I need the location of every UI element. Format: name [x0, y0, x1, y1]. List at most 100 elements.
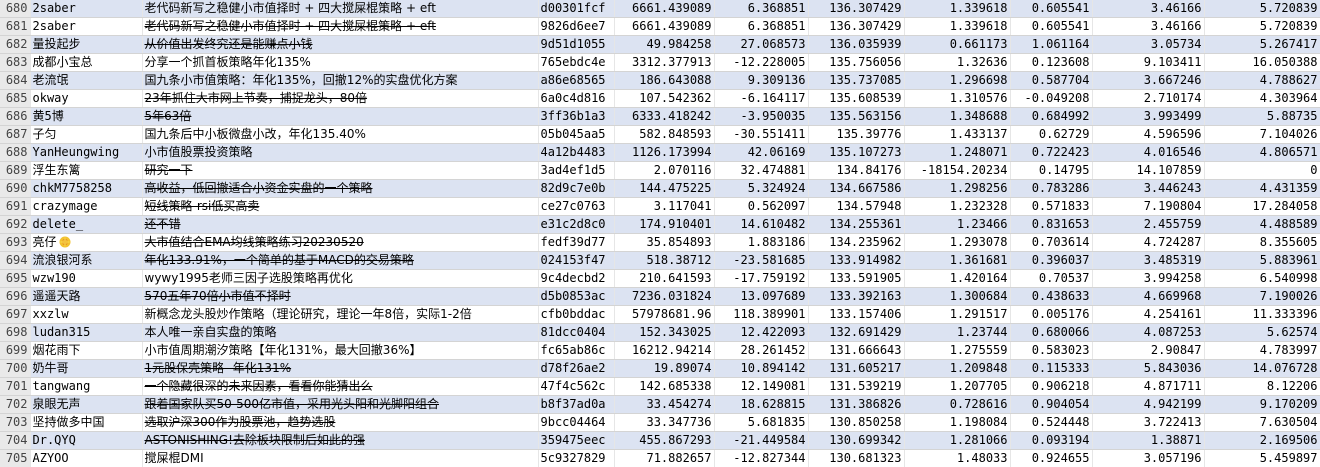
- strategy-cell[interactable]: 新概念龙头股炒作策略（理论研究，理论一年8倍，实际1-2倍: [142, 305, 539, 324]
- strategy-cell[interactable]: 短线策略-rsi低买高卖: [142, 197, 539, 216]
- value-cell[interactable]: 71.882657: [614, 449, 715, 467]
- row-number[interactable]: 681: [0, 17, 31, 36]
- table-row[interactable]: 705 AZYOO 搅屎棍DMI 5c9327829 71.882657 -12.8273…: [0, 449, 1320, 467]
- value-cell[interactable]: 4.942199: [1092, 395, 1205, 414]
- value-cell[interactable]: 1.232328: [904, 197, 1011, 216]
- value-cell[interactable]: 49.984258: [614, 35, 715, 54]
- value-cell[interactable]: 1.348688: [904, 107, 1011, 126]
- strategy-cell[interactable]: 老代码新写之稳健小市值择时 + 四大搅屎棍策略 + eft: [142, 0, 539, 18]
- id-cell[interactable]: 47f4c562c: [538, 377, 615, 396]
- id-cell[interactable]: 024153f47: [538, 251, 615, 270]
- author-cell[interactable]: YanHeungwing: [30, 143, 143, 162]
- author-cell[interactable]: 亮仔: [30, 233, 143, 252]
- table-row[interactable]: 704 Dr.QYQ ASTONISHING!去除板块限制后如此的强 359475ee…: [0, 431, 1320, 450]
- strategy-cell[interactable]: 老代码新写之稳健小市值择时 + 四大搅屎棍策略 + eft: [142, 17, 539, 36]
- value-cell[interactable]: 3312.377913: [614, 53, 715, 72]
- value-cell[interactable]: 10.894142: [714, 359, 809, 378]
- row-number[interactable]: 701: [0, 377, 31, 396]
- strategy-cell[interactable]: 跟着国家队买50-500亿市值，采用光头阳和光脚阳组合: [142, 395, 539, 414]
- value-cell[interactable]: 0.904054: [1010, 395, 1093, 414]
- table-row[interactable]: 680 2saber 老代码新写之稳健小市值择时 + 四大搅屎棍策略 + eft d0…: [0, 0, 1320, 18]
- value-cell[interactable]: 1.248071: [904, 143, 1011, 162]
- value-cell[interactable]: 0.571833: [1010, 197, 1093, 216]
- value-cell[interactable]: 11.333396: [1204, 305, 1320, 324]
- author-cell[interactable]: 黄5博: [30, 107, 143, 126]
- value-cell[interactable]: 35.854893: [614, 233, 715, 252]
- value-cell[interactable]: 136.307429: [808, 17, 905, 36]
- value-cell[interactable]: 0.396037: [1010, 251, 1093, 270]
- strategy-cell[interactable]: 一个隐藏很深的未来因素，看看你能猜出么: [142, 377, 539, 396]
- value-cell[interactable]: 19.89074: [614, 359, 715, 378]
- id-cell[interactable]: d78f26ae2: [538, 359, 615, 378]
- value-cell[interactable]: 135.563156: [808, 107, 905, 126]
- value-cell[interactable]: 0.005176: [1010, 305, 1093, 324]
- strategy-cell[interactable]: 国九条后中小板微盘小改，年化135.40%: [142, 125, 539, 144]
- value-cell[interactable]: 0.583023: [1010, 341, 1093, 360]
- value-cell[interactable]: 1.300684: [904, 287, 1011, 306]
- value-cell[interactable]: 7236.031824: [614, 287, 715, 306]
- value-cell[interactable]: 1.207705: [904, 377, 1011, 396]
- value-cell[interactable]: 133.914982: [808, 251, 905, 270]
- row-number[interactable]: 687: [0, 125, 31, 144]
- value-cell[interactable]: 3.993499: [1092, 107, 1205, 126]
- author-cell[interactable]: 2saber: [30, 17, 143, 36]
- value-cell[interactable]: 1.296698: [904, 71, 1011, 90]
- value-cell[interactable]: 4.871711: [1092, 377, 1205, 396]
- value-cell[interactable]: 1.32636: [904, 53, 1011, 72]
- value-cell[interactable]: 6.540998: [1204, 269, 1320, 288]
- id-cell[interactable]: 3ff36b1a3: [538, 107, 615, 126]
- author-cell[interactable]: 成都小宝总: [30, 53, 143, 72]
- value-cell[interactable]: 4.254161: [1092, 305, 1205, 324]
- value-cell[interactable]: 135.107273: [808, 143, 905, 162]
- row-number[interactable]: 703: [0, 413, 31, 432]
- id-cell[interactable]: d5b0853ac: [538, 287, 615, 306]
- value-cell[interactable]: 32.474881: [714, 161, 809, 180]
- table-row[interactable]: 687 子匀 国九条后中小板微盘小改，年化135.40% 05b045aa5 582.8…: [0, 125, 1320, 144]
- strategy-cell[interactable]: 小市值股票投资策略: [142, 143, 539, 162]
- table-row[interactable]: 681 2saber 老代码新写之稳健小市值择时 + 四大搅屎棍策略 + eft 98…: [0, 17, 1320, 36]
- value-cell[interactable]: 9.103411: [1092, 53, 1205, 72]
- value-cell[interactable]: 132.691429: [808, 323, 905, 342]
- value-cell[interactable]: 2.90847: [1092, 341, 1205, 360]
- value-cell[interactable]: 136.307429: [808, 0, 905, 18]
- value-cell[interactable]: 135.39776: [808, 125, 905, 144]
- value-cell[interactable]: 1.293078: [904, 233, 1011, 252]
- row-number[interactable]: 692: [0, 215, 31, 234]
- value-cell[interactable]: 2.070116: [614, 161, 715, 180]
- id-cell[interactable]: fedf39d77: [538, 233, 615, 252]
- author-cell[interactable]: Dr.QYQ: [30, 431, 143, 450]
- table-row[interactable]: 691 crazymage 短线策略-rsi低买高卖 ce27c0763 3.11704…: [0, 197, 1320, 216]
- value-cell[interactable]: 133.392163: [808, 287, 905, 306]
- value-cell[interactable]: 135.737085: [808, 71, 905, 90]
- row-number[interactable]: 690: [0, 179, 31, 198]
- table-row[interactable]: 688 YanHeungwing 小市值股票投资策略 4a12b4483 1126.17…: [0, 143, 1320, 162]
- value-cell[interactable]: -6.164117: [714, 89, 809, 108]
- table-row[interactable]: 703 坚持做多中国 选取沪深300作为股票池，趋势选股 9bcc04464 33.34…: [0, 413, 1320, 432]
- author-cell[interactable]: 老流氓: [30, 71, 143, 90]
- id-cell[interactable]: 359475eec: [538, 431, 615, 450]
- value-cell[interactable]: 3.446243: [1092, 179, 1205, 198]
- value-cell[interactable]: 4.788627: [1204, 71, 1320, 90]
- value-cell[interactable]: 1.310576: [904, 89, 1011, 108]
- value-cell[interactable]: 1.209848: [904, 359, 1011, 378]
- value-cell[interactable]: -17.759192: [714, 269, 809, 288]
- value-cell[interactable]: 0.783286: [1010, 179, 1093, 198]
- row-number[interactable]: 683: [0, 53, 31, 72]
- value-cell[interactable]: -12.228005: [714, 53, 809, 72]
- value-cell[interactable]: 1.298256: [904, 179, 1011, 198]
- table-row[interactable]: 700 奶牛哥 1元股保壳策略--年化131% d78f26ae2 19.89074 10…: [0, 359, 1320, 378]
- value-cell[interactable]: 4.087253: [1092, 323, 1205, 342]
- value-cell[interactable]: 0.722423: [1010, 143, 1093, 162]
- value-cell[interactable]: 1.281066: [904, 431, 1011, 450]
- value-cell[interactable]: 3.05734: [1092, 35, 1205, 54]
- value-cell[interactable]: 5.324924: [714, 179, 809, 198]
- row-number[interactable]: 682: [0, 35, 31, 54]
- author-cell[interactable]: crazymage: [30, 197, 143, 216]
- value-cell[interactable]: 142.685338: [614, 377, 715, 396]
- value-cell[interactable]: 130.681323: [808, 449, 905, 467]
- value-cell[interactable]: 174.910401: [614, 215, 715, 234]
- value-cell[interactable]: 57978681.96: [614, 305, 715, 324]
- strategy-cell[interactable]: 搅屎棍DMI: [142, 449, 539, 467]
- value-cell[interactable]: 7.630504: [1204, 413, 1320, 432]
- value-cell[interactable]: -30.551411: [714, 125, 809, 144]
